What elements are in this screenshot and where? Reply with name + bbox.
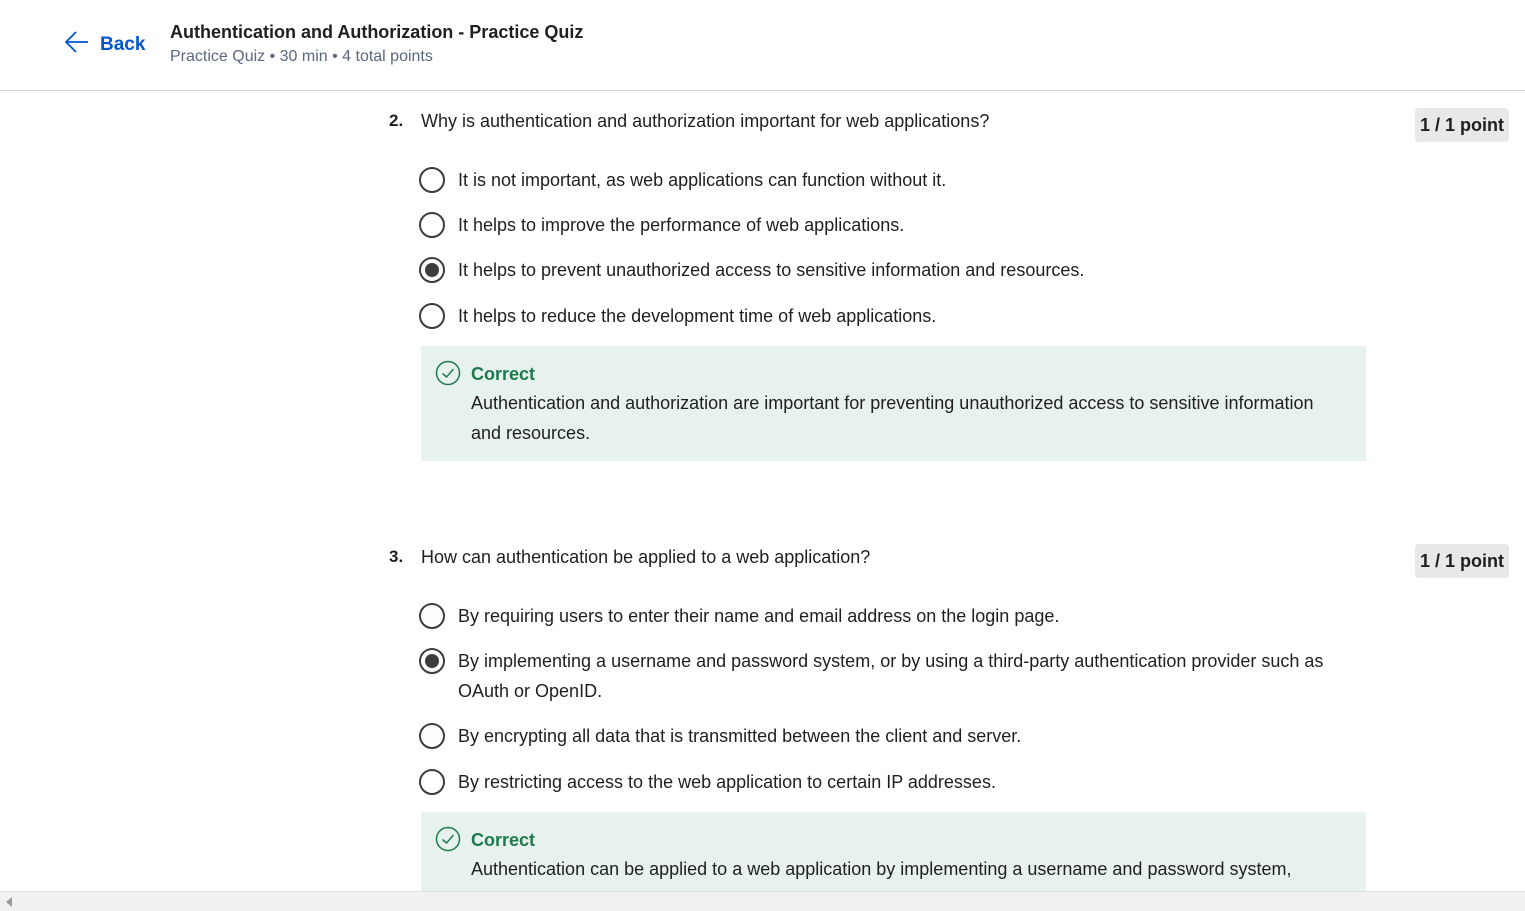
answer-option[interactable]: It is not important, as web applications… (419, 167, 1359, 195)
answer-option[interactable]: By restricting access to the web applica… (419, 769, 1359, 797)
answer-option[interactable]: It helps to improve the performance of w… (419, 212, 1359, 240)
quiz-content: 2. Why is authentication and authorizati… (0, 91, 1525, 891)
feedback-box: Correct Authentication and authorization… (421, 346, 1366, 461)
points-badge: 1 / 1 point (1415, 108, 1509, 142)
answer-option[interactable]: By requiring users to enter their name a… (419, 603, 1359, 631)
back-label: Back (100, 34, 146, 55)
page-title: Authentication and Authorization - Pract… (170, 22, 584, 42)
answer-option-selected[interactable]: It helps to prevent unauthorized access … (419, 257, 1359, 285)
feedback-title: Correct (471, 830, 536, 850)
back-button[interactable]: Back (64, 30, 145, 60)
answer-option[interactable]: By encrypting all data that is transmitt… (419, 723, 1359, 751)
page-subtitle: Practice Quiz • 30 min • 4 total points (170, 48, 433, 65)
radio-button[interactable] (419, 603, 445, 629)
option-label: By implementing a username and password … (458, 651, 1324, 701)
option-label: By encrypting all data that is transmitt… (458, 726, 1022, 746)
question-text: Why is authentication and authorization … (421, 111, 990, 131)
option-label: It helps to improve the performance of w… (458, 215, 905, 235)
radio-button[interactable] (419, 167, 445, 193)
quiz-header: Back Authentication and Authorization - … (0, 0, 1525, 91)
option-label: It helps to prevent unauthorized access … (458, 260, 1085, 280)
feedback-text: Authentication can be applied to a web a… (471, 859, 1292, 879)
feedback-title: Correct (471, 364, 536, 384)
radio-button-selected[interactable] (419, 257, 445, 283)
radio-button[interactable] (419, 723, 445, 749)
question-number: 3. (389, 547, 404, 566)
answer-option[interactable]: It helps to reduce the development time … (419, 303, 1359, 331)
question-text: How can authentication be applied to a w… (421, 547, 871, 567)
points-badge: 1 / 1 point (1415, 544, 1509, 578)
scroll-left-icon[interactable] (6, 897, 12, 907)
option-label: By restricting access to the web applica… (458, 772, 996, 792)
radio-button-selected[interactable] (419, 648, 445, 674)
question-number: 2. (389, 111, 404, 130)
answer-option-selected[interactable]: By implementing a username and password … (419, 648, 1359, 706)
feedback-text: Authentication and authorization are imp… (471, 393, 1314, 443)
check-circle-icon (435, 826, 461, 852)
radio-button[interactable] (419, 303, 445, 329)
feedback-box: Correct Authentication can be applied to… (421, 812, 1366, 891)
option-label: It is not important, as web applications… (458, 170, 947, 190)
option-label: By requiring users to enter their name a… (458, 606, 1060, 626)
radio-button[interactable] (419, 212, 445, 238)
radio-button[interactable] (419, 769, 445, 795)
horizontal-scrollbar[interactable] (0, 891, 1525, 911)
check-circle-icon (435, 360, 461, 386)
option-label: It helps to reduce the development time … (458, 306, 937, 326)
arrow-left-icon (64, 29, 90, 61)
